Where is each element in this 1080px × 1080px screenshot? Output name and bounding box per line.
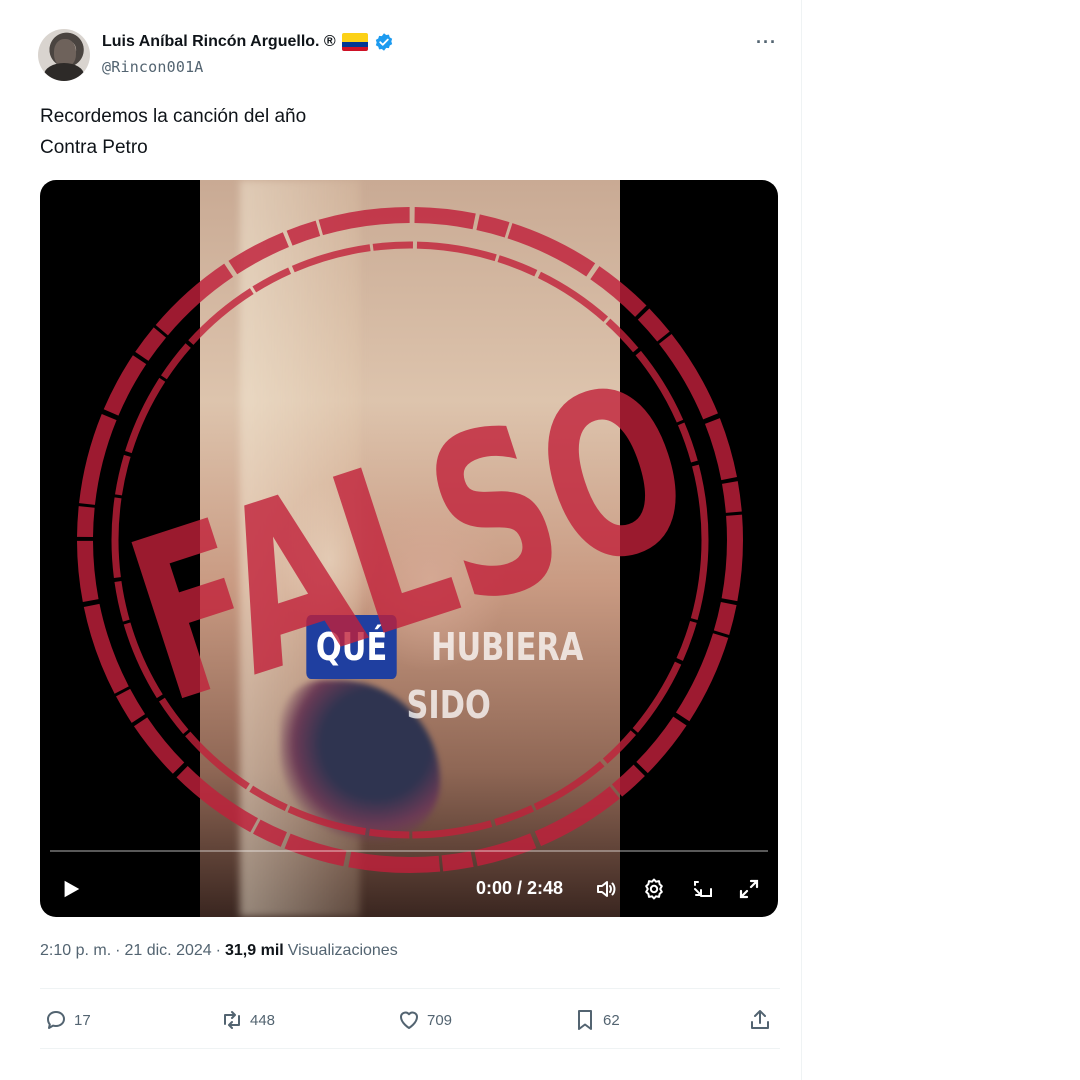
watermark-box-text: QUÉ [306,615,397,679]
divider [40,988,780,989]
settings-gear-icon[interactable] [642,877,666,901]
bookmark-button[interactable]: 62 [573,1004,620,1036]
reply-icon [47,1011,65,1029]
more-options-icon[interactable]: ··· [756,32,777,53]
reply-count: 17 [74,1011,91,1029]
repost-icon [224,1011,240,1029]
tweet-text-line: Contra Petro [40,137,148,158]
video-frame [200,180,620,917]
like-count: 709 [427,1011,453,1029]
verified-badge-icon [375,33,392,51]
video-progress-bar[interactable] [50,850,768,852]
meta-separator: · [115,942,121,959]
meta-separator: · [215,942,221,959]
tweet-meta: 2:10 p. m. · 21 dic. 2024 · 31,9 mil Vis… [40,942,398,960]
divider [40,1048,780,1049]
tweet-date[interactable]: 21 dic. 2024 [124,942,211,960]
play-icon[interactable] [60,878,82,900]
share-icon [751,1010,769,1029]
bookmark-icon [578,1010,592,1030]
avatar[interactable] [38,29,90,81]
like-button[interactable]: 709 [397,1004,452,1036]
tweet-text-line: Recordemos la canción del año [40,106,307,127]
author-display-name[interactable]: Luis Aníbal Rincón Arguello. ® [102,33,336,51]
author-handle[interactable]: @Rincon001A [102,58,204,76]
tweet-text: Recordemos la canción del año Contra Pet… [40,101,306,163]
colombia-flag-icon [341,33,368,51]
repost-count: 448 [250,1011,276,1029]
tweet-time[interactable]: 2:10 p. m. [40,942,111,960]
fullscreen-icon[interactable] [737,877,761,901]
heart-icon [400,1011,418,1029]
video-time: 0:00 / 2:48 [476,878,564,898]
video-controls: 0:00 / 2:48 [40,870,778,910]
bookmark-count: 62 [603,1011,620,1029]
watermark-subtext: SIDO [406,683,491,727]
tweet: Luis Aníbal Rincón Arguello. ® @Rincon00… [0,0,802,1080]
tweet-actions: 17 448 709 62 [40,1004,780,1036]
watermark-text: HUBIERA [431,625,584,669]
reply-button[interactable]: 17 [44,1004,91,1036]
video-watermark: QUÉ HUBIERA SIDO [295,615,603,727]
share-button[interactable] [748,1004,772,1036]
views-count: 31,9 mil [225,942,284,959]
picture-in-picture-icon[interactable] [691,877,715,901]
volume-icon[interactable] [594,877,618,901]
views-label: Visualizaciones [287,942,398,959]
repost-button[interactable]: 448 [220,1004,275,1036]
video-player[interactable]: QUÉ HUBIERA SIDO FALSO 0:00 / 2:48 [40,180,778,917]
author-row: Luis Aníbal Rincón Arguello. ® [102,31,394,53]
avatar-body [44,63,84,81]
